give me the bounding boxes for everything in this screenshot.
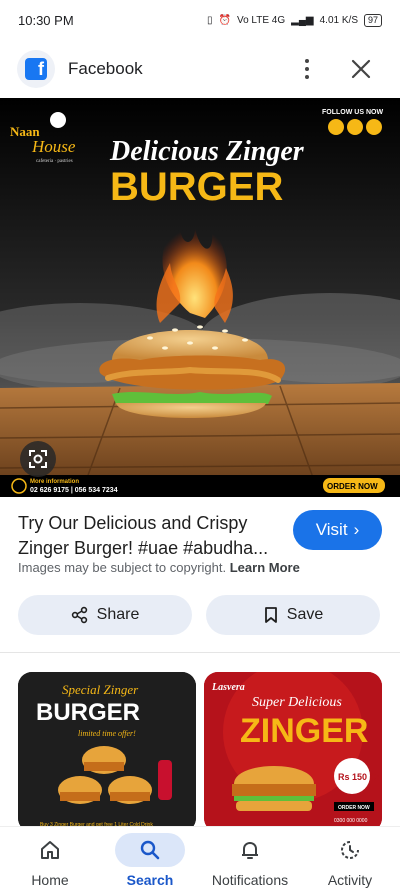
learn-more-link[interactable]: Learn More xyxy=(230,560,300,575)
related1-line1: Special Zinger xyxy=(62,682,139,697)
nav-activity-icon-wrap xyxy=(315,833,385,867)
share-button[interactable]: Share xyxy=(18,595,192,635)
follow-text: FOLLOW US NOW xyxy=(322,109,383,116)
speed-label: 4.01 K/S xyxy=(319,14,358,26)
related2-price: Rs 150 Only xyxy=(338,772,382,782)
nav-activity-label: Activity xyxy=(327,872,373,888)
related2-line2: ZINGER xyxy=(240,712,368,750)
nav-search-icon-wrap xyxy=(115,833,185,867)
brand-bottom: House xyxy=(31,137,76,156)
alarm-icon: ⏰ xyxy=(218,14,231,26)
bottom-navigation: Home Search Notifications Activity xyxy=(0,826,400,889)
status-icons: ▯ ⏰ Vo LTE 4G ▂▄▆ 4.01 K/S 97 xyxy=(207,13,382,27)
nav-search-label: Search xyxy=(126,872,174,888)
instagram-icon xyxy=(328,119,344,135)
facebook-logo-icon: f xyxy=(17,50,55,88)
app-title: Facebook xyxy=(68,59,143,78)
order-now-text: ORDER NOW xyxy=(327,482,378,491)
bell-icon xyxy=(242,842,258,859)
visit-button[interactable]: Visit › xyxy=(293,510,382,550)
status-time: 10:30 PM xyxy=(18,12,74,28)
lens-icon xyxy=(29,450,47,468)
chevron-right-icon: › xyxy=(353,520,360,539)
hero-image[interactable]: Naan House cafeteria · pastries FOLLOW U… xyxy=(0,98,400,497)
more-options-icon[interactable] xyxy=(298,54,316,84)
related-image-1[interactable]: Special Zinger BURGER limited time offer… xyxy=(18,672,196,832)
related1-line2: BURGER xyxy=(36,699,140,726)
chef-icon xyxy=(50,112,66,128)
google-lens-button[interactable] xyxy=(20,441,56,477)
vibrate-icon: ▯ xyxy=(207,14,213,26)
nav-home-label: Home xyxy=(31,872,69,888)
nav-activity[interactable]: Activity xyxy=(300,827,400,889)
copyright-text: Images may be subject to copyright. xyxy=(18,560,227,575)
related2-brand: Lasvera xyxy=(211,682,245,693)
headline-line1: Delicious Zinger xyxy=(109,136,305,167)
headline-line2: BURGER xyxy=(110,165,283,209)
app-header: f Facebook xyxy=(0,42,400,96)
brand-sub: cafeteria · pastries xyxy=(36,159,73,164)
related-graphic-2: Lasvera Super Delicious ZINGER Rs 150 On… xyxy=(204,672,382,832)
section-divider xyxy=(0,652,400,653)
nav-notifications-label: Notifications xyxy=(211,872,289,888)
result-title[interactable]: Try Our Delicious and Crispy Zinger Burg… xyxy=(18,511,280,561)
save-label: Save xyxy=(286,606,324,623)
share-icon xyxy=(71,606,87,624)
phone-numbers: 02 626 9175 | 056 534 7234 xyxy=(30,487,118,494)
network-label: Vo LTE 4G xyxy=(236,14,286,26)
activity-icon xyxy=(341,841,359,859)
related2-order: ORDER NOW xyxy=(338,805,370,811)
nav-home-icon-wrap xyxy=(15,833,85,867)
save-button[interactable]: Save xyxy=(206,595,380,635)
bookmark-icon xyxy=(264,607,277,623)
related-graphic-1: Special Zinger BURGER limited time offer… xyxy=(18,672,196,832)
nav-notifications[interactable]: Notifications xyxy=(200,827,300,889)
close-icon[interactable] xyxy=(346,54,376,84)
tiktok-icon xyxy=(366,119,382,135)
nav-search[interactable]: Search xyxy=(100,827,200,889)
signal-icon: ▂▄▆ xyxy=(291,14,314,26)
nav-notifications-icon-wrap xyxy=(215,833,285,867)
status-bar: 10:30 PM ▯ ⏰ Vo LTE 4G ▂▄▆ 4.01 K/S 97 xyxy=(0,0,400,40)
related2-line1: Super Delicious xyxy=(252,695,342,710)
visit-label: Visit xyxy=(315,520,348,539)
related2-footer: 0300 000 0000 xyxy=(334,818,368,824)
info-label: More information xyxy=(30,479,79,485)
cola-bottle xyxy=(158,760,172,800)
facebook-small-icon xyxy=(347,119,363,135)
share-label: Share xyxy=(96,606,140,623)
home-icon xyxy=(41,841,59,859)
search-icon xyxy=(140,840,160,860)
related-image-2[interactable]: Lasvera Super Delicious ZINGER Rs 150 On… xyxy=(204,672,382,832)
burger-ad-graphic: Naan House cafeteria · pastries FOLLOW U… xyxy=(0,98,400,497)
related1-tag: limited time offer! xyxy=(78,729,136,738)
burger-graphic xyxy=(232,766,316,811)
battery-icon: 97 xyxy=(363,13,382,27)
copyright-notice: Images may be subject to copyright. Lear… xyxy=(18,560,300,575)
nav-home[interactable]: Home xyxy=(0,827,100,889)
